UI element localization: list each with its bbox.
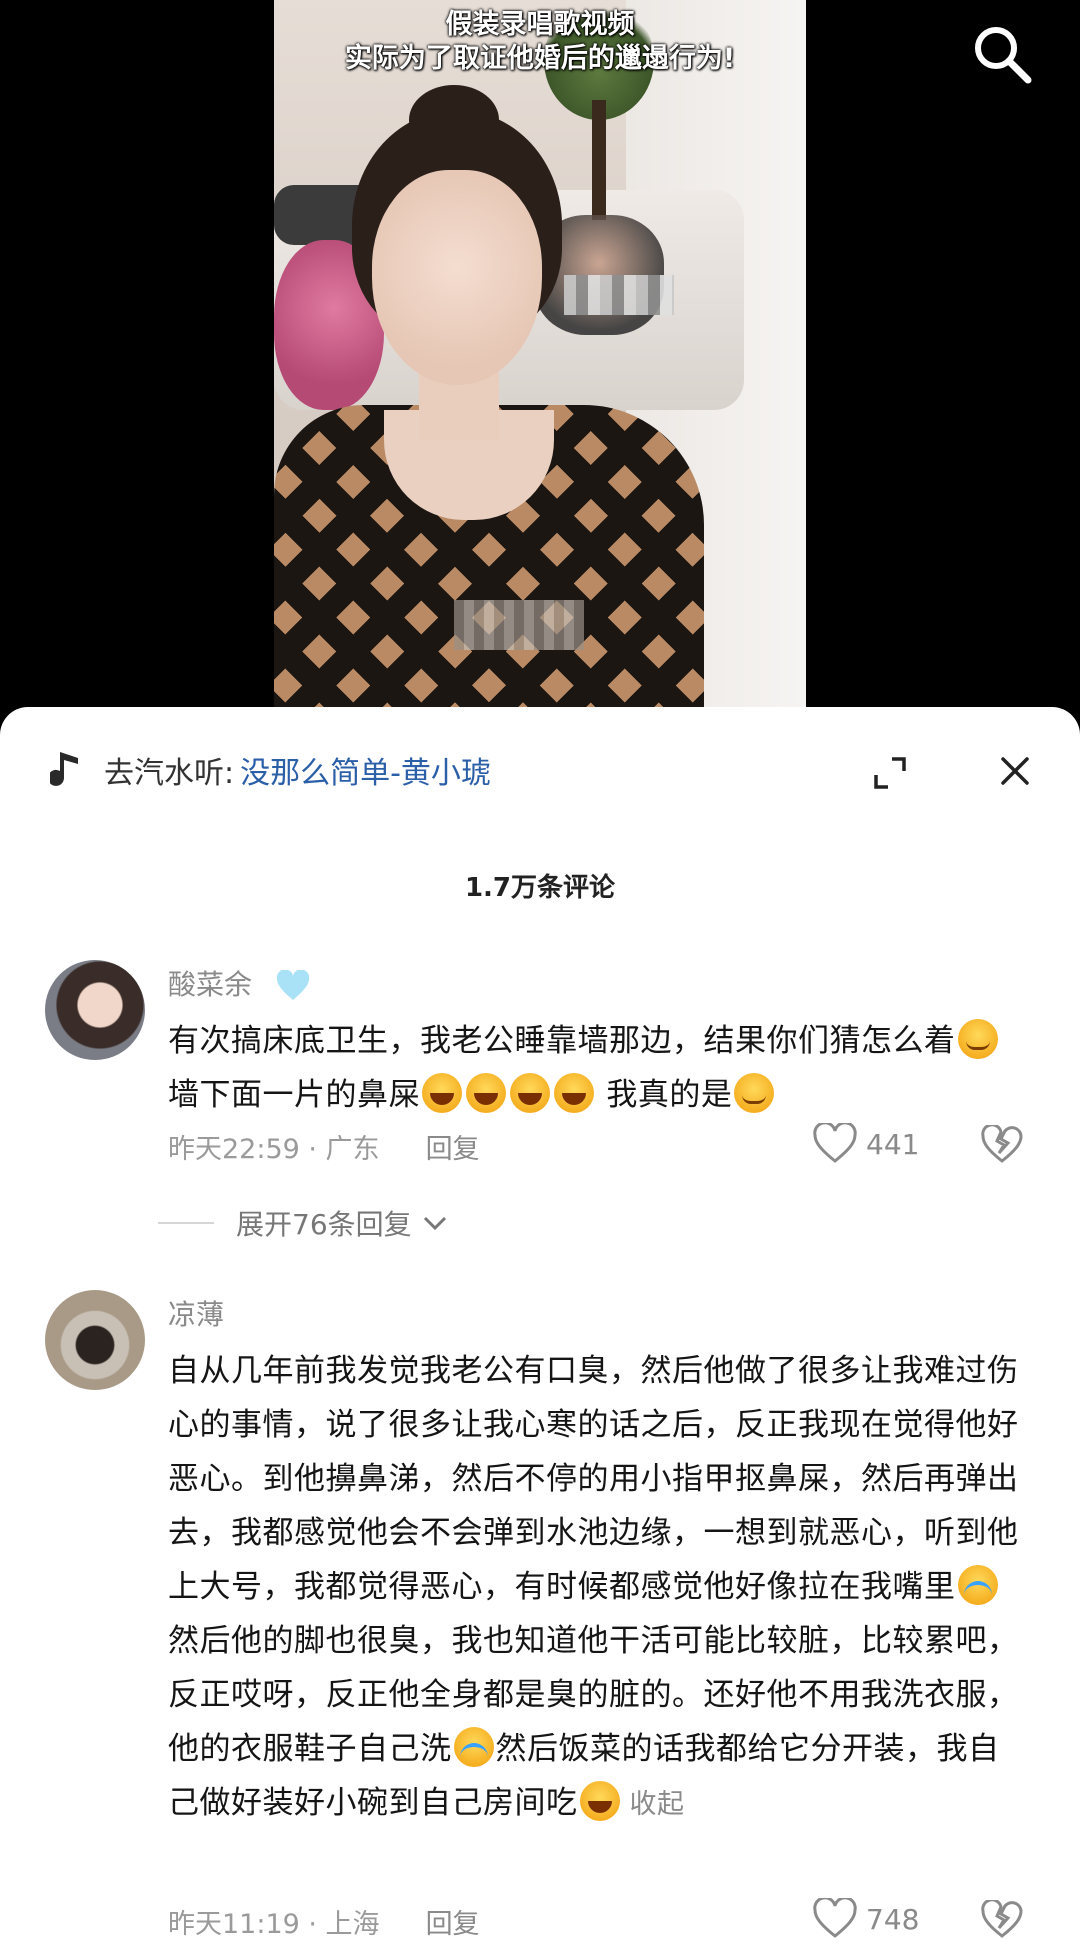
- video-player[interactable]: 假装录唱歌视频 实际为了取证他婚后的邋遢行为!: [0, 0, 1080, 730]
- video-person-bun: [409, 85, 499, 155]
- comment-text: 自从几年前我发觉我老公有口臭，然后他做了很多让我难过伤心的事情，说了很多让我心寒…: [168, 1353, 1019, 1821]
- dislike-broken-heart-icon[interactable]: [980, 1900, 1024, 1940]
- comments-sheet: 去汽水听: 没那么简单-黄小琥 1.7万条评论 酸菜余 有次搞床底卫生，我老公睡…: [0, 707, 1080, 1944]
- caption-line-2: 实际为了取证他婚后的邋遢行为!: [344, 43, 736, 74]
- expand-replies-label: 展开76条回复: [236, 1208, 412, 1241]
- like-button[interactable]: 748: [812, 1898, 919, 1940]
- like-count: 748: [866, 1902, 920, 1936]
- comment-count-title: 1.7万条评论: [464, 873, 616, 903]
- reply-button[interactable]: 回复: [426, 1127, 480, 1166]
- comment-username[interactable]: 酸菜余: [168, 968, 252, 1001]
- comment-meta: 昨天11:19 · 上海 回复: [168, 1902, 480, 1941]
- expand-icon[interactable]: [870, 753, 910, 793]
- music-prefix: 去汽水听:: [104, 756, 235, 791]
- laugh-sweat-emoji-icon: [422, 1073, 462, 1113]
- comment-time-location: 昨天22:59 · 广东: [168, 1134, 380, 1165]
- heart-outline-icon: [813, 1898, 857, 1938]
- divider-line: [158, 1222, 214, 1224]
- dislike-broken-heart-icon[interactable]: [980, 1125, 1024, 1165]
- laugh-sweat-emoji-icon: [554, 1073, 594, 1113]
- comment-username-row: 酸菜余: [168, 963, 311, 1003]
- reply-button[interactable]: 回复: [426, 1902, 480, 1941]
- smirk-emoji-icon: [957, 1019, 998, 1059]
- heart-outline-icon: [813, 1123, 857, 1163]
- video-caption: 假装录唱歌视频 实际为了取证他婚后的邋遢行为!: [274, 8, 806, 76]
- like-button[interactable]: 441: [812, 1123, 919, 1165]
- video-mosaic: [564, 275, 674, 315]
- crying-emoji-icon: [453, 1727, 494, 1767]
- heart-badge-icon: [276, 970, 310, 1000]
- expand-replies-button[interactable]: 展开76条回复: [158, 1203, 450, 1243]
- music-note-icon: [50, 752, 78, 786]
- video-plant-trunk: [592, 100, 606, 220]
- laugh-sweat-emoji-icon: [579, 1781, 620, 1821]
- chevron-down-icon: [423, 1216, 446, 1231]
- laugh-sweat-emoji-icon: [510, 1073, 550, 1113]
- search-icon[interactable]: [970, 22, 1034, 86]
- music-song-link[interactable]: 没那么简单-黄小琥: [240, 748, 491, 792]
- like-count: 441: [866, 1127, 920, 1161]
- video-mosaic-2: [454, 600, 584, 650]
- collapse-button[interactable]: 收起: [630, 1789, 685, 1820]
- avatar[interactable]: [45, 960, 145, 1060]
- comment-username[interactable]: 凉薄: [168, 1293, 224, 1333]
- comment-text: 有次搞床底卫生，我老公睡靠墙那边，结果你们猜怎么着 墙下面一片的鼻屎 我真的是: [168, 1014, 1028, 1122]
- video-frame[interactable]: [274, 0, 806, 720]
- crying-emoji-icon: [957, 1565, 998, 1605]
- smirk-emoji-icon: [734, 1073, 775, 1113]
- comment-meta: 昨天22:59 · 广东 回复: [168, 1127, 480, 1166]
- avatar[interactable]: [45, 1290, 145, 1390]
- caption-line-1: 假装录唱歌视频: [445, 9, 635, 40]
- video-person-face: [372, 170, 542, 385]
- close-icon[interactable]: [995, 751, 1035, 791]
- laugh-sweat-emoji-icon: [466, 1073, 506, 1113]
- comment-time-location: 昨天11:19 · 上海: [168, 1909, 380, 1940]
- music-link-row[interactable]: 去汽水听: 没那么简单-黄小琥: [50, 745, 491, 795]
